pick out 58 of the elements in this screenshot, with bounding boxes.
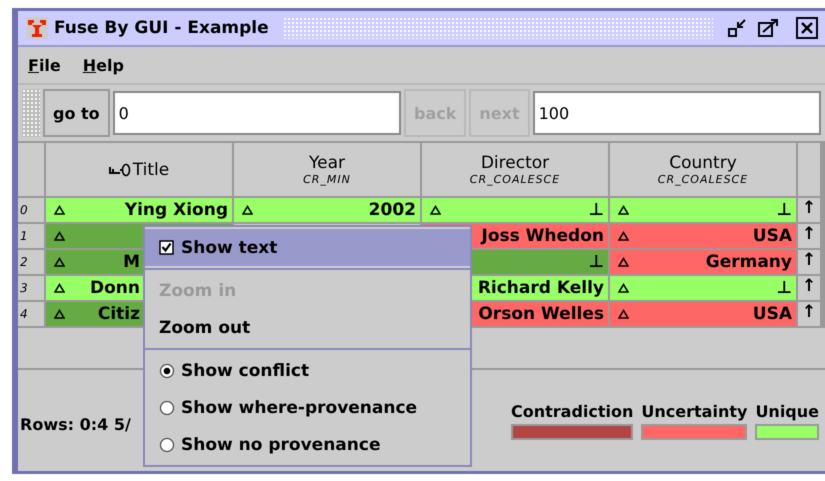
toolbar-grip[interactable]	[22, 89, 40, 137]
rows-status: Rows: 0:4 5/	[20, 415, 131, 434]
app-icon	[26, 17, 48, 39]
column-header[interactable]: Director CR_COALESCE	[422, 143, 608, 196]
table-cell: Ying Xiong	[46, 198, 232, 222]
menu-item[interactable]: Show conflict	[145, 352, 470, 389]
triangle-icon	[242, 205, 253, 215]
close-icon[interactable]	[795, 17, 819, 39]
start-field[interactable]: 0	[112, 91, 402, 135]
radio-button[interactable]	[159, 362, 175, 378]
radio-button[interactable]	[159, 436, 175, 452]
table-cell: 2002	[234, 198, 420, 222]
triangle-icon	[430, 205, 441, 215]
triangle-icon	[618, 257, 629, 267]
menu-item[interactable]: Show where-provenance	[145, 389, 470, 426]
table-cell: Germany	[610, 250, 796, 274]
radio-button[interactable]	[159, 400, 175, 416]
header-cell	[798, 143, 820, 196]
window-title: Fuse By GUI - Example	[54, 18, 269, 38]
legend-label: Contradiction	[511, 402, 634, 420]
table-cell: USA	[610, 224, 796, 248]
triangle-icon	[54, 257, 65, 267]
triangle-icon	[54, 205, 65, 215]
arrow-cell[interactable]: ↑	[798, 276, 820, 300]
arrow-cell[interactable]: ↑	[798, 224, 820, 248]
menu-item[interactable]: Help	[82, 56, 124, 74]
corner-header	[18, 143, 44, 196]
table-cell: ⊥	[610, 198, 796, 222]
end-field[interactable]: 100	[532, 91, 821, 135]
table-cell: USA	[610, 302, 796, 326]
column-header[interactable]: Year CR_MIN	[234, 143, 420, 196]
table-cell: ⊥	[610, 276, 796, 300]
arrow-cell[interactable]: ↑	[798, 302, 820, 326]
row-number: 2	[18, 250, 44, 274]
column-header[interactable]: Title	[46, 143, 232, 196]
arrow-cell[interactable]: ↑	[798, 198, 820, 222]
maximize-icon[interactable]	[757, 17, 781, 39]
triangle-icon	[618, 231, 629, 241]
menu-item[interactable]: Show no provenance	[145, 426, 470, 463]
triangle-icon	[54, 231, 65, 241]
legend-label: Uncertainty	[641, 402, 748, 420]
row-number: 1	[18, 224, 44, 248]
legend-label: Unique	[755, 402, 819, 420]
triangle-icon	[618, 205, 629, 215]
triangle-icon	[618, 283, 629, 293]
go-to-button[interactable]: go to	[43, 89, 110, 137]
triangle-icon	[618, 309, 629, 319]
arrow-cell[interactable]: ↑	[798, 250, 820, 274]
menu-item[interactable]: Show text	[145, 229, 470, 266]
column-header[interactable]: Country CR_COALESCE	[610, 143, 796, 196]
triangle-icon	[54, 309, 65, 319]
row-number: 4	[18, 302, 44, 326]
menu-item[interactable]: File	[28, 56, 61, 74]
row-number: 3	[18, 276, 44, 300]
checkbox[interactable]	[159, 240, 175, 256]
row-number: 0	[18, 198, 44, 222]
triangle-icon	[54, 283, 65, 293]
table-cell: ⊥	[422, 198, 608, 222]
